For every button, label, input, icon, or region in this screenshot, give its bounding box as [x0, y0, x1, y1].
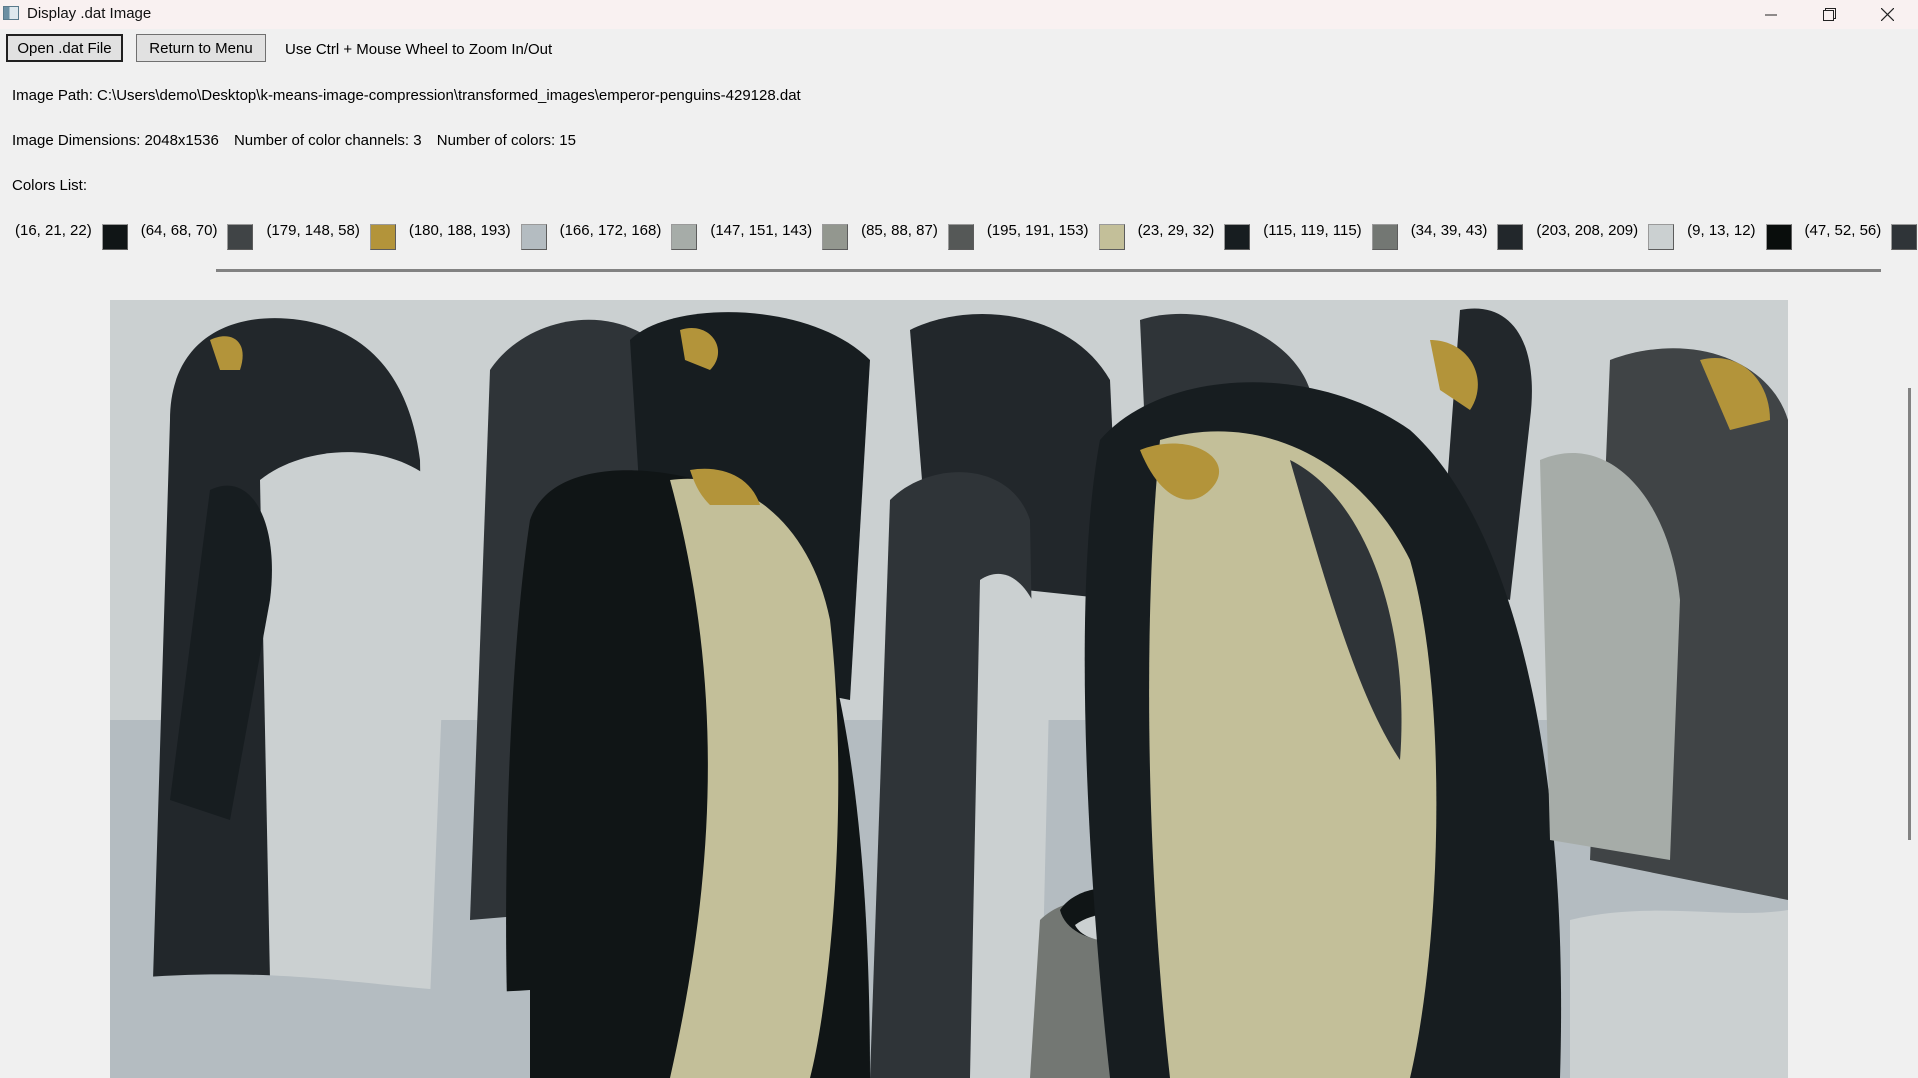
color-item: (85, 88, 87) — [861, 220, 987, 250]
color-value-label: (85, 88, 87) — [861, 222, 938, 239]
image-info-line: Image Dimensions: 2048x1536 Number of co… — [12, 132, 587, 149]
return-to-menu-button[interactable]: Return to Menu — [136, 34, 266, 62]
color-swatch — [947, 224, 974, 250]
color-swatch — [369, 224, 396, 250]
app-icon — [3, 6, 19, 20]
color-swatch — [1371, 224, 1398, 250]
color-item: (203, 208, 209) — [1536, 220, 1687, 250]
color-value-label: (16, 21, 22) — [15, 222, 92, 239]
color-swatch — [1648, 224, 1675, 250]
color-swatch — [227, 224, 254, 250]
app-window: Display .dat Image Open .dat File Return… — [0, 0, 1918, 1078]
color-item: (166, 172, 168) — [560, 220, 711, 250]
window-title: Display .dat Image — [27, 5, 152, 22]
number-of-colors-label: Number of colors: 15 — [436, 132, 576, 149]
minimize-button[interactable] — [1742, 0, 1800, 29]
color-item: (64, 68, 70) — [141, 220, 267, 250]
color-value-label: (115, 119, 115) — [1263, 222, 1362, 239]
color-item: (34, 39, 43) — [1411, 220, 1537, 250]
color-swatch — [1891, 224, 1918, 250]
color-value-label: (203, 208, 209) — [1536, 222, 1639, 239]
color-item: (47, 52, 56) — [1805, 220, 1918, 250]
color-value-label: (23, 29, 32) — [1137, 222, 1215, 239]
restore-icon — [1822, 8, 1836, 21]
color-value-label: (34, 39, 43) — [1410, 222, 1488, 239]
color-swatch — [1497, 224, 1524, 250]
color-channels-label: Number of color channels: 3 — [233, 132, 422, 149]
restore-button[interactable] — [1800, 0, 1858, 29]
image-canvas[interactable] — [0, 278, 1898, 1078]
color-value-label: (47, 52, 56) — [1804, 222, 1882, 239]
color-value-label: (180, 188, 193) — [408, 222, 511, 239]
close-button[interactable] — [1858, 0, 1916, 29]
color-swatch — [671, 224, 698, 250]
color-value-label: (195, 191, 153) — [986, 222, 1089, 239]
image-dimensions-label: Image Dimensions: 2048x1536 — [12, 132, 219, 149]
penguins-image — [110, 300, 1788, 1078]
title-bar: Display .dat Image — [0, 0, 1918, 29]
color-swatch — [1765, 224, 1792, 250]
minimize-icon — [1765, 14, 1777, 15]
color-item: (195, 191, 153) — [987, 220, 1138, 250]
color-item: (16, 21, 22) — [15, 220, 141, 250]
color-swatch — [822, 224, 849, 250]
color-item: (23, 29, 32) — [1138, 220, 1264, 250]
color-swatch — [1224, 224, 1251, 250]
color-value-label: (64, 68, 70) — [140, 222, 218, 239]
color-swatch — [1098, 224, 1125, 250]
color-value-label: (166, 172, 168) — [559, 222, 662, 239]
color-item: (9, 13, 12) — [1687, 220, 1804, 250]
colors-list-label: Colors List: — [12, 177, 88, 194]
colors-list: (16, 21, 22) (64, 68, 70) (179, 148, 58) (1… — [15, 220, 1918, 256]
vertical-scrollbar[interactable] — [1908, 388, 1911, 840]
color-item: (179, 148, 58) — [266, 220, 408, 250]
color-item: (147, 151, 143) — [710, 220, 861, 250]
color-swatch — [101, 224, 128, 250]
color-swatch — [520, 224, 547, 250]
colors-horizontal-scrollbar[interactable] — [216, 269, 1881, 272]
zoom-hint-label: Use Ctrl + Mouse Wheel to Zoom In/Out — [285, 41, 553, 58]
color-value-label: (147, 151, 143) — [710, 222, 813, 239]
close-icon — [1880, 8, 1894, 21]
color-item: (115, 119, 115) — [1263, 220, 1410, 250]
color-item: (180, 188, 193) — [409, 220, 560, 250]
color-value-label: (179, 148, 58) — [266, 222, 360, 239]
image-path-label: Image Path: C:\Users\demo\Desktop\k-mean… — [12, 87, 801, 104]
color-value-label: (9, 13, 12) — [1687, 222, 1756, 239]
open-dat-file-button[interactable]: Open .dat File — [6, 34, 123, 62]
